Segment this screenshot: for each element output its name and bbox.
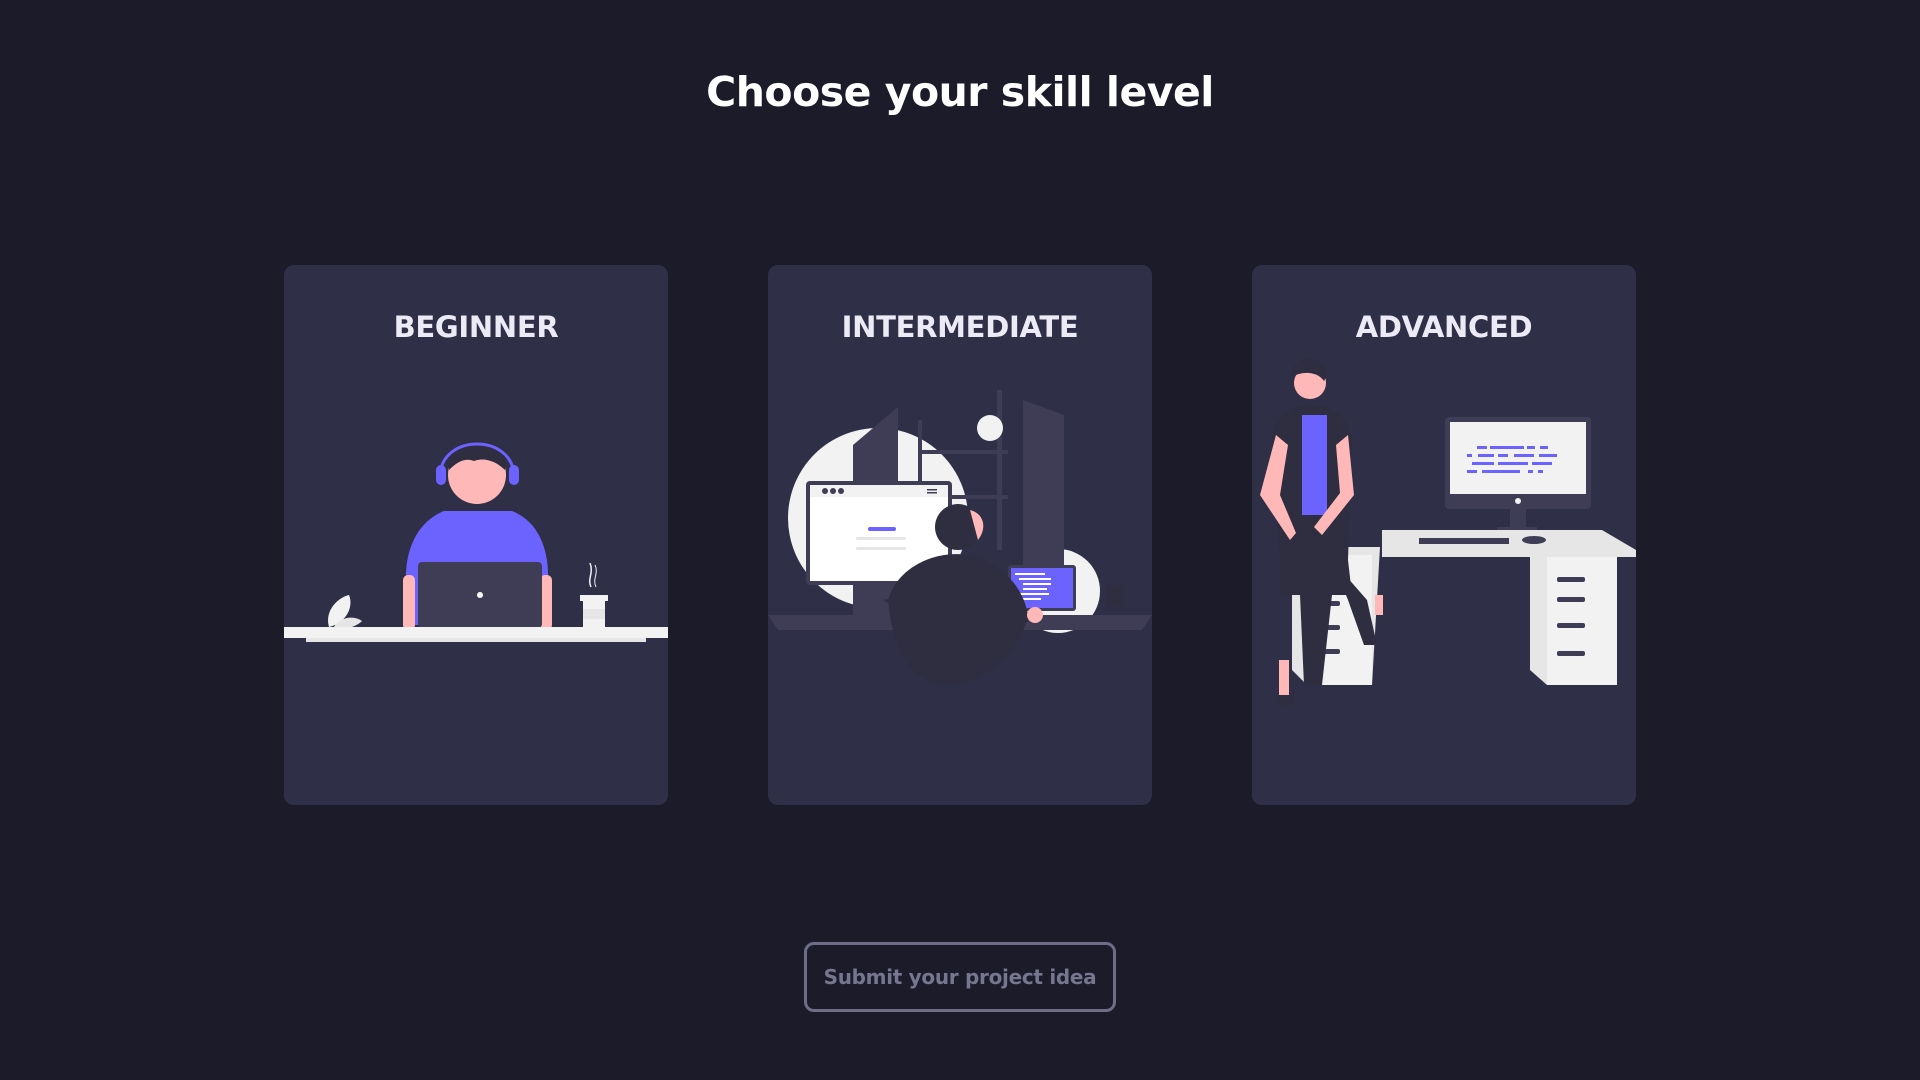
page-title: Choose your skill level [706, 68, 1214, 116]
advanced-illustration [1260, 358, 1636, 705]
skill-level-page: Choose your skill level BEGINNER INTERME… [0, 0, 1920, 1080]
card-advanced[interactable]: ADVANCED [1252, 265, 1636, 805]
beginner-illustration [284, 440, 668, 642]
submit-project-idea-button[interactable]: Submit your project idea [804, 942, 1116, 1012]
card-intermediate[interactable]: INTERMEDIATE [768, 265, 1152, 805]
intermediate-illustration [768, 390, 1152, 685]
card-beginner[interactable]: BEGINNER [284, 265, 668, 805]
